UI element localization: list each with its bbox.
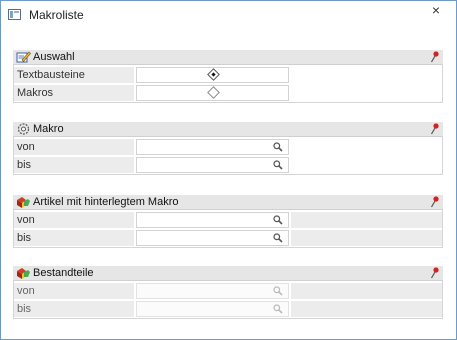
- section-header-bestandteile: Bestandteile: [13, 266, 443, 281]
- bestandteile-von-row: von: [14, 282, 442, 300]
- row-label: bis: [14, 301, 134, 317]
- radio-unchecked-icon[interactable]: [207, 86, 220, 99]
- row-label: von: [14, 212, 134, 228]
- section-body-auswahl: Textbausteine Makros: [13, 65, 443, 103]
- gear-icon: [17, 123, 30, 135]
- search-icon[interactable]: [273, 160, 283, 170]
- artikel-bis-row: bis: [14, 229, 442, 247]
- row-label: Makros: [14, 85, 134, 101]
- search-icon: [273, 286, 283, 296]
- row-label: von: [14, 283, 134, 299]
- window-title: Makroliste: [29, 8, 84, 22]
- articles-icon: [17, 268, 30, 279]
- list-window-icon: [8, 9, 21, 20]
- bestandteile-bis-input: [136, 301, 289, 317]
- section-body-makro: von bis: [13, 137, 443, 175]
- search-icon: [273, 304, 283, 314]
- section-makro: Makro von bis: [13, 122, 443, 175]
- makros-radio-field[interactable]: [136, 85, 289, 101]
- pin-icon[interactable]: [430, 51, 439, 63]
- row-filler: [291, 283, 442, 299]
- section-auswahl: Auswahl Textbausteine Makros: [13, 50, 443, 103]
- section-title: Bestandteile: [33, 267, 94, 279]
- section-title: Auswahl: [33, 51, 75, 63]
- row-label: Textbausteine: [14, 67, 134, 83]
- makro-von-input[interactable]: [136, 139, 289, 155]
- row-label: bis: [14, 230, 134, 246]
- edit-pencil-icon: [16, 51, 31, 63]
- makro-bis-input[interactable]: [136, 157, 289, 173]
- makro-bis-row: bis: [14, 156, 442, 174]
- close-button[interactable]: ×: [423, 2, 449, 20]
- section-body-artikel: von bis: [13, 210, 443, 248]
- radio-row-makros: Makros: [14, 84, 442, 102]
- artikel-von-row: von: [14, 211, 442, 229]
- row-filler: [291, 230, 442, 246]
- textbausteine-radio-field[interactable]: [136, 67, 289, 83]
- title-bar: Makroliste ×: [1, 1, 456, 31]
- section-header-makro: Makro: [13, 122, 443, 137]
- section-title: Artikel mit hinterlegtem Makro: [33, 196, 179, 208]
- bestandteile-von-input: [136, 283, 289, 299]
- artikel-bis-input[interactable]: [136, 230, 289, 246]
- pin-icon[interactable]: [430, 123, 439, 135]
- radio-row-textbausteine: Textbausteine: [14, 66, 442, 84]
- makroliste-window: Makroliste × Auswahl Textbausteine Makro…: [0, 0, 457, 340]
- articles-icon: [17, 197, 30, 208]
- bestandteile-bis-row: bis: [14, 300, 442, 318]
- section-header-auswahl: Auswahl: [13, 50, 443, 65]
- row-filler: [291, 212, 442, 228]
- makro-von-row: von: [14, 138, 442, 156]
- section-bestandteile: Bestandteile von bis: [13, 266, 443, 319]
- search-icon[interactable]: [273, 142, 283, 152]
- radio-checked-icon[interactable]: [207, 68, 220, 81]
- row-label: von: [14, 139, 134, 155]
- artikel-von-input[interactable]: [136, 212, 289, 228]
- section-body-bestandteile: von bis: [13, 281, 443, 319]
- pin-icon[interactable]: [430, 196, 439, 208]
- section-artikel: Artikel mit hinterlegtem Makro von bis: [13, 195, 443, 248]
- search-icon[interactable]: [273, 233, 283, 243]
- search-icon[interactable]: [273, 215, 283, 225]
- pin-icon[interactable]: [430, 267, 439, 279]
- section-header-artikel: Artikel mit hinterlegtem Makro: [13, 195, 443, 210]
- row-filler: [291, 301, 442, 317]
- row-label: bis: [14, 157, 134, 173]
- section-title: Makro: [33, 123, 64, 135]
